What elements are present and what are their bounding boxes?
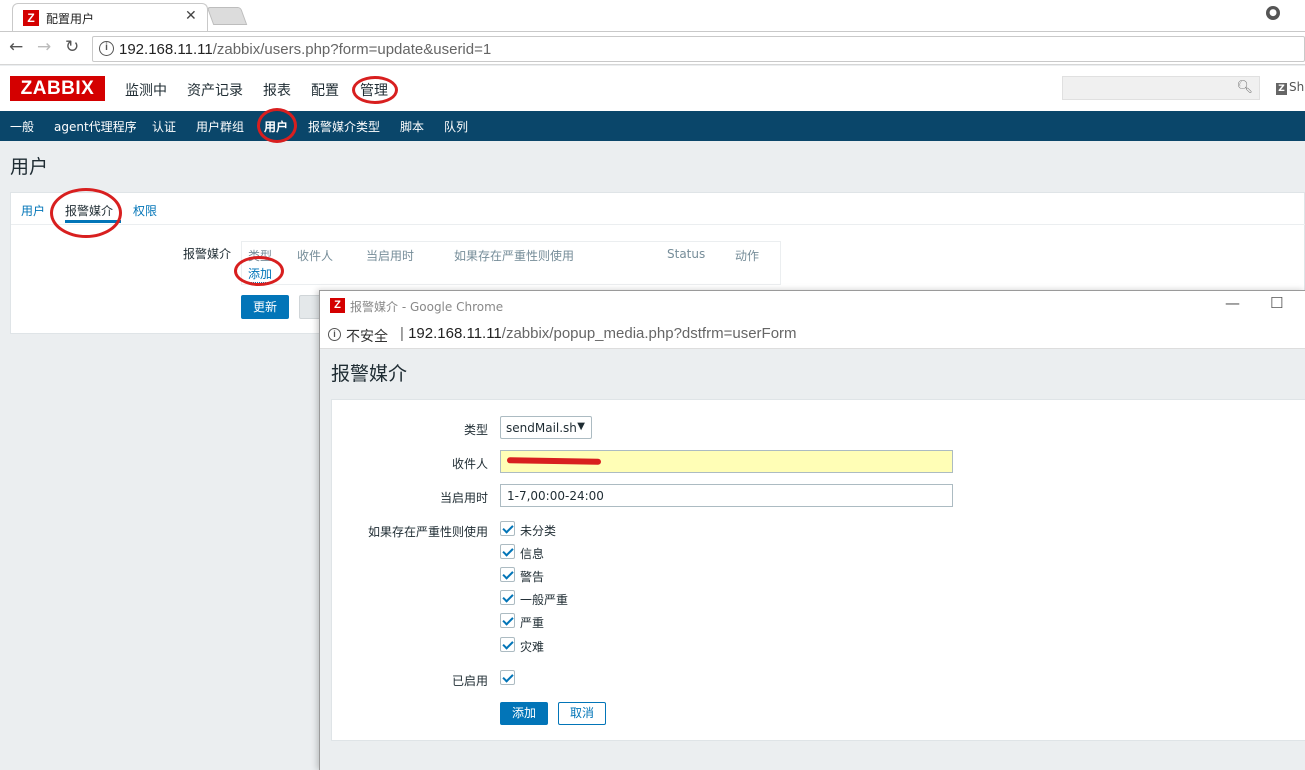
- media-popup-window: Z 报警媒介 - Google Chrome — ☐ i 不安全 | 192.1…: [319, 290, 1305, 770]
- tab-title: 配置用户: [46, 12, 95, 26]
- search-icon[interactable]: 🔍︎: [1236, 80, 1253, 95]
- severity-checkbox-disaster[interactable]: [500, 637, 515, 652]
- col-action: 动作: [735, 249, 760, 263]
- when-active-label: 当启用时: [439, 491, 488, 505]
- info-icon[interactable]: i: [99, 41, 114, 56]
- severity-checkbox-high[interactable]: [500, 613, 515, 628]
- subnav-general[interactable]: 一般: [10, 118, 34, 135]
- subnav-scripts[interactable]: 脚本: [400, 118, 424, 135]
- zabbix-header: ZABBIX 监测中 资产记录 报表 配置 管理 🔍︎ Z Sh: [0, 66, 1305, 111]
- search-input[interactable]: 🔍︎: [1062, 76, 1260, 100]
- add-button[interactable]: 添加: [500, 702, 548, 725]
- severity-label-not-classified: 未分类: [520, 524, 557, 538]
- form-tabs: 用户 报警媒介 权限: [11, 193, 1305, 225]
- info-icon[interactable]: i: [328, 328, 341, 341]
- col-status: Status: [667, 247, 706, 261]
- type-label: 类型: [463, 423, 488, 437]
- severity-label-high: 严重: [520, 616, 545, 630]
- new-tab-button[interactable]: [206, 7, 248, 25]
- col-recipient: 收件人: [297, 249, 334, 263]
- recipient-input[interactable]: [500, 450, 953, 473]
- severity-checkbox-warning[interactable]: [500, 567, 515, 582]
- popup-url-text: | 192.168.11.11/zabbix/popup_media.php?d…: [400, 325, 797, 342]
- menu-reports[interactable]: 报表: [263, 80, 291, 100]
- browser-tab-active[interactable]: Z 配置用户 ✕: [12, 3, 208, 32]
- close-icon[interactable]: ✕: [185, 8, 197, 24]
- menu-configuration[interactable]: 配置: [311, 80, 339, 100]
- enabled-label: 已启用: [451, 674, 488, 688]
- subnav-media-types[interactable]: 报警媒介类型: [308, 118, 380, 135]
- share-icon: Z: [1276, 83, 1287, 95]
- popup-window-title: 报警媒介 - Google Chrome: [350, 300, 504, 314]
- page-title: 用户: [10, 156, 49, 178]
- zabbix-favicon-icon: Z: [330, 298, 345, 313]
- subnav-authentication[interactable]: 认证: [152, 118, 176, 135]
- redaction-mark: [506, 457, 602, 465]
- forward-icon[interactable]: →: [37, 37, 51, 57]
- when-active-input[interactable]: 1-7,00:00-24:00: [500, 484, 953, 507]
- active-tab-indicator: [65, 220, 121, 223]
- reload-icon[interactable]: ↻: [65, 37, 79, 57]
- popup-body: 报警媒介 类型 sendMail.sh ▼ 收件人 当启用时 1-7,00:00…: [320, 349, 1305, 770]
- enabled-checkbox[interactable]: [500, 670, 515, 685]
- media-field-label: 报警媒介: [183, 247, 232, 261]
- tab-media[interactable]: 报警媒介: [65, 202, 113, 219]
- tab-user[interactable]: 用户: [21, 202, 45, 219]
- zabbix-favicon-icon: Z: [23, 10, 39, 26]
- popup-heading: 报警媒介: [331, 363, 408, 385]
- url-text: 192.168.11.11/zabbix/users.php?form=upda…: [119, 41, 492, 58]
- browser-tabbar: Z 配置用户 ✕ ●: [0, 0, 1305, 32]
- profile-icon[interactable]: ●: [1266, 6, 1280, 20]
- menu-inventory[interactable]: 资产记录: [187, 80, 243, 100]
- severity-label-warning: 警告: [520, 570, 545, 584]
- col-when-active: 当启用时: [366, 249, 415, 263]
- col-severity: 如果存在严重性则使用: [454, 249, 575, 263]
- subnav-queue[interactable]: 队列: [444, 118, 468, 135]
- col-type: 类型: [248, 249, 273, 263]
- media-form: 类型 sendMail.sh ▼ 收件人 当启用时 1-7,00:00-24:0…: [331, 399, 1305, 741]
- cancel-button[interactable]: 取消: [558, 702, 606, 725]
- severity-checkbox-not-classified[interactable]: [500, 521, 515, 536]
- back-icon[interactable]: ←: [9, 37, 23, 57]
- subnav-proxies[interactable]: agent代理程序: [54, 118, 137, 135]
- zabbix-logo[interactable]: ZABBIX: [10, 76, 105, 101]
- type-select[interactable]: sendMail.sh ▼: [500, 416, 592, 439]
- severity-label: 如果存在严重性则使用: [367, 525, 488, 539]
- subnav-user-groups[interactable]: 用户群组: [196, 118, 244, 135]
- minimize-icon[interactable]: —: [1225, 294, 1240, 312]
- menu-administration[interactable]: 管理: [360, 80, 388, 100]
- menu-monitoring[interactable]: 监测中: [125, 80, 167, 100]
- subnav-users[interactable]: 用户: [264, 118, 288, 135]
- dropdown-arrow-icon: ▼: [577, 421, 585, 432]
- type-select-value: sendMail.sh: [506, 421, 577, 435]
- maximize-icon[interactable]: ☐: [1270, 294, 1283, 312]
- severity-checkbox-average[interactable]: [500, 590, 515, 605]
- severity-label-disaster: 灾难: [520, 640, 545, 654]
- popup-address-bar[interactable]: i 不安全 | 192.168.11.11/zabbix/popup_media…: [320, 321, 1305, 349]
- tab-permissions[interactable]: 权限: [133, 202, 157, 219]
- severity-checkbox-information[interactable]: [500, 544, 515, 559]
- address-bar[interactable]: i 192.168.11.11/zabbix/users.php?form=up…: [92, 36, 1305, 62]
- sub-navigation: 一般 agent代理程序 认证 用户群组 用户 报警媒介类型 脚本 队列: [0, 111, 1305, 141]
- insecure-label: 不安全: [346, 329, 388, 345]
- update-button[interactable]: 更新: [241, 295, 289, 319]
- recipient-label: 收件人: [451, 457, 488, 471]
- share-link[interactable]: Z Sh: [1276, 80, 1304, 95]
- severity-label-information: 信息: [520, 547, 545, 561]
- when-active-value: 1-7,00:00-24:00: [507, 489, 604, 503]
- add-media-link[interactable]: 添加: [248, 265, 273, 283]
- media-table: 类型 收件人 当启用时 如果存在严重性则使用 Status 动作 添加: [241, 241, 781, 285]
- popup-titlebar: Z 报警媒介 - Google Chrome — ☐: [320, 291, 1305, 321]
- browser-toolbar: ← → ↻ i 192.168.11.11/zabbix/users.php?f…: [0, 32, 1305, 65]
- severity-label-average: 一般严重: [520, 593, 569, 607]
